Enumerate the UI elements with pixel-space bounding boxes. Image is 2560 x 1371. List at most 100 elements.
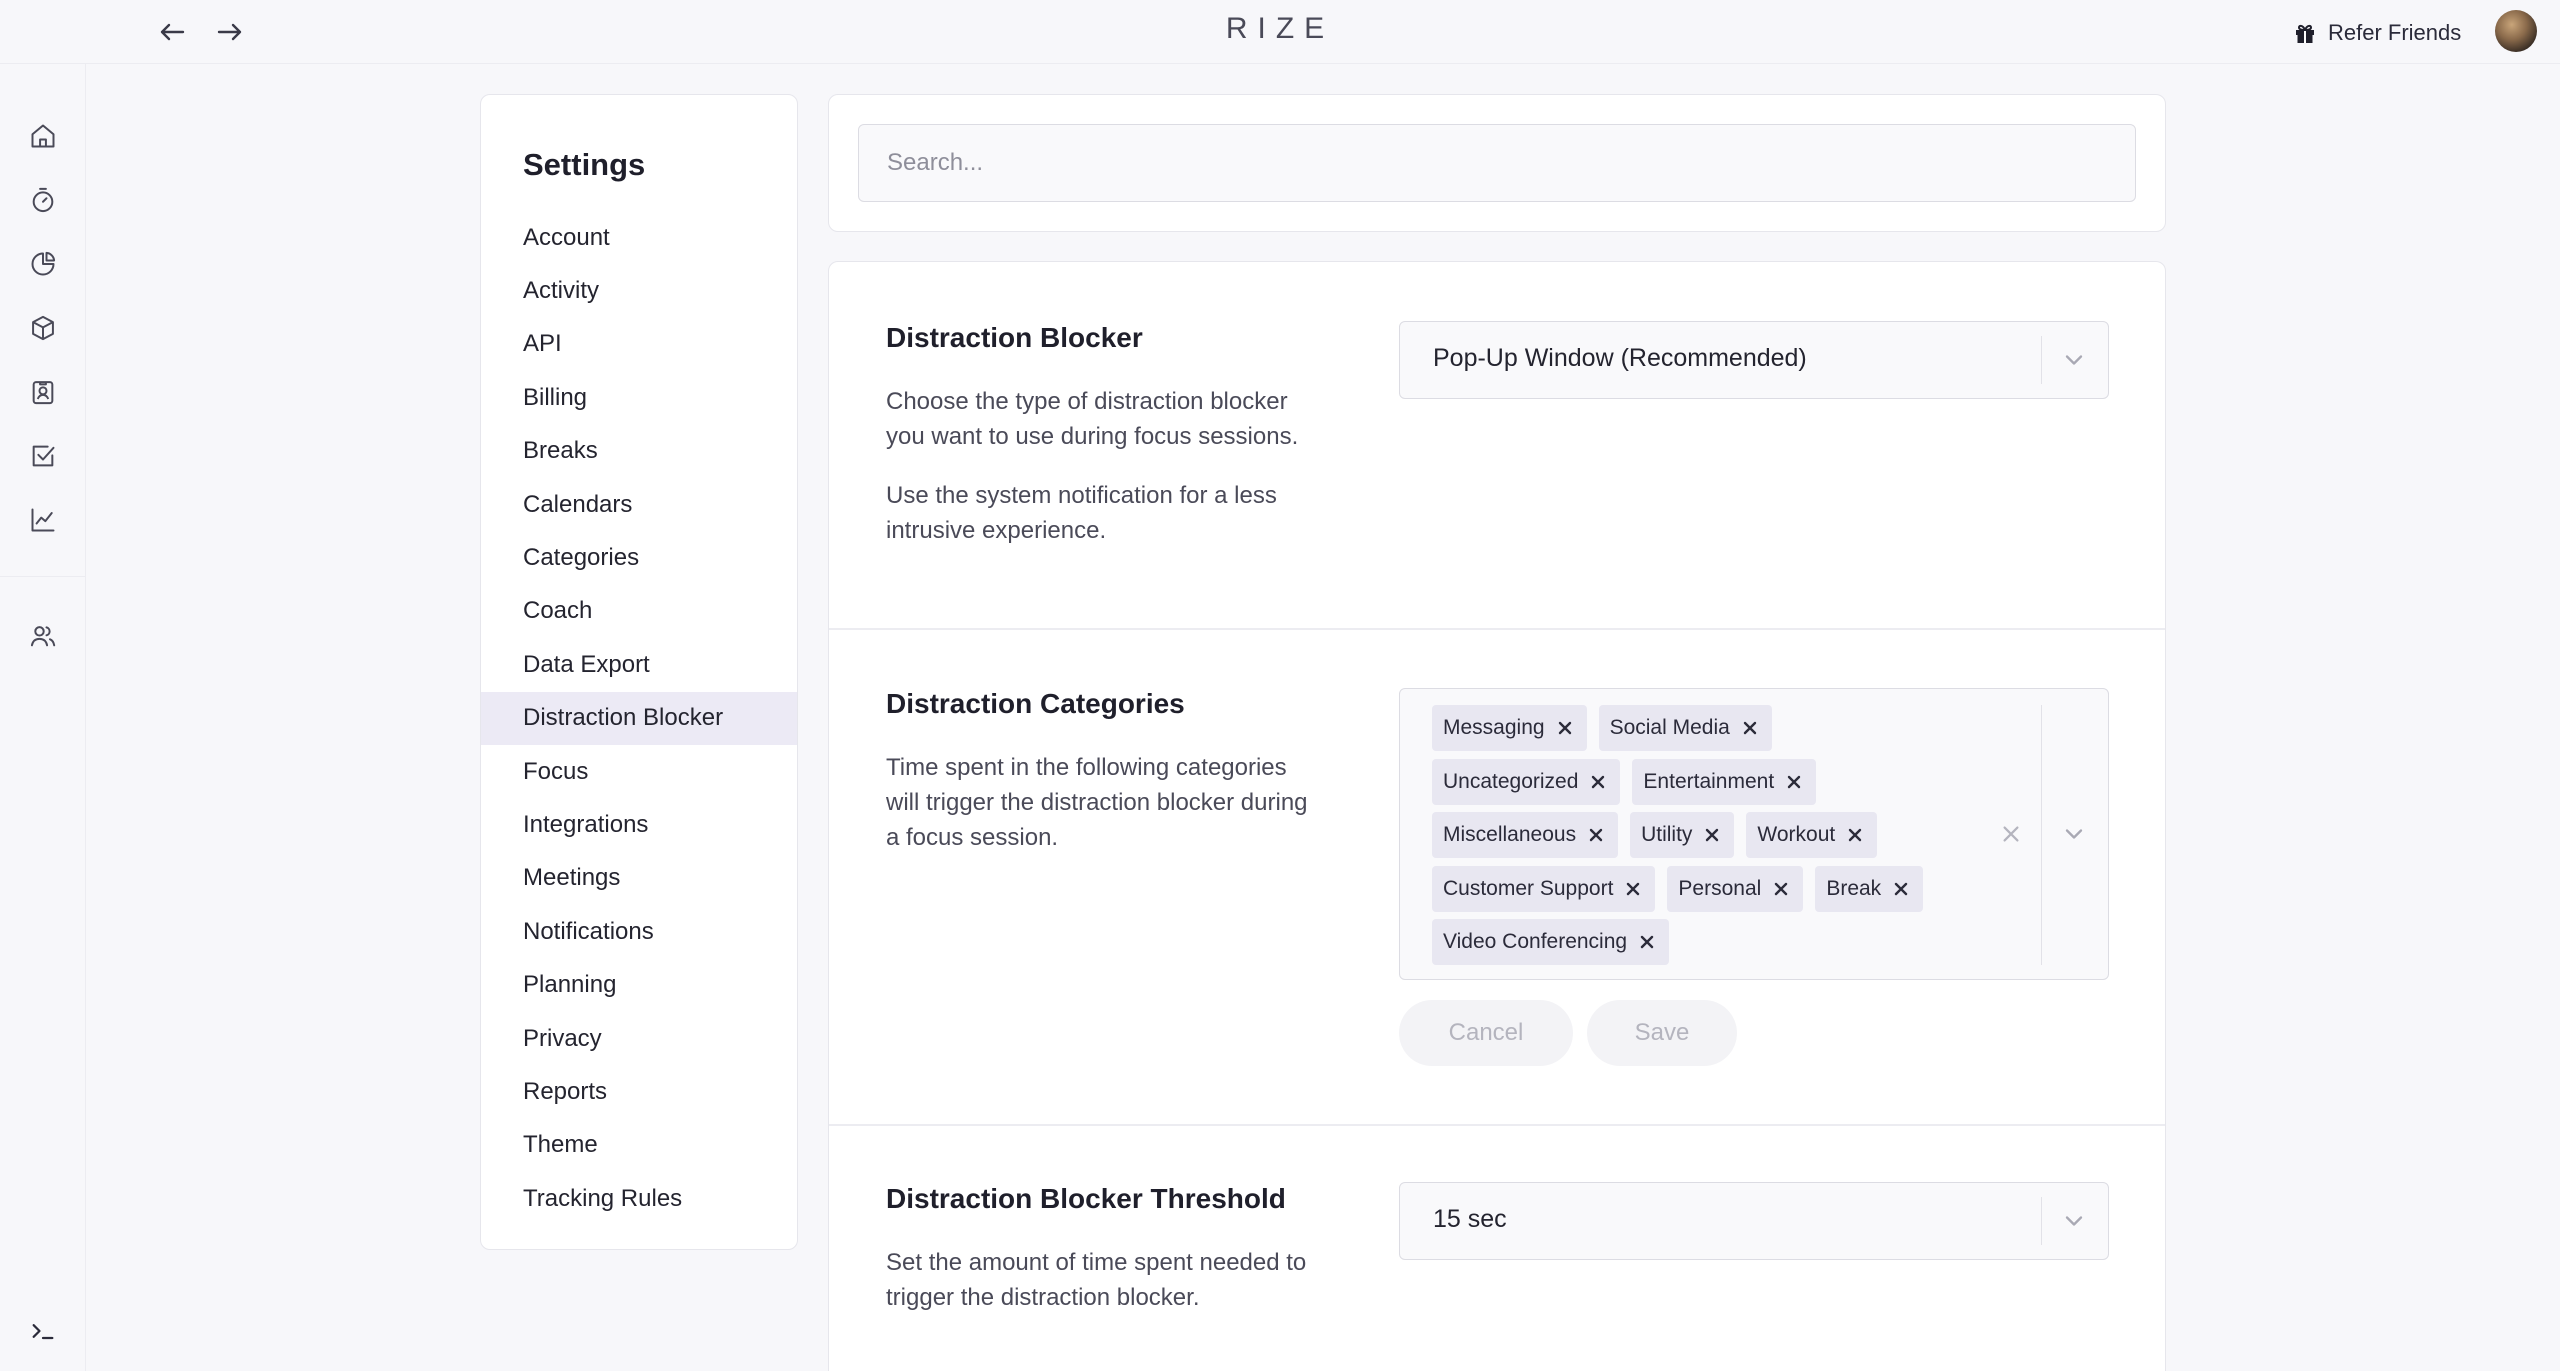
clear-all-button[interactable] bbox=[1996, 819, 2026, 849]
settings-nav: Settings Account Activity API Billing Breaks… bbox=[480, 94, 798, 1250]
chip-row: Messaging Social Media bbox=[1432, 705, 1772, 751]
close-icon bbox=[2003, 826, 2019, 842]
settings-item-tracking-rules[interactable]: Tracking Rules bbox=[481, 1172, 797, 1225]
select-divider bbox=[2041, 705, 2042, 965]
category-chip: Personal bbox=[1667, 865, 1804, 912]
cube-icon bbox=[32, 315, 54, 341]
remove-chip-button[interactable] bbox=[1782, 770, 1806, 794]
settings-item-privacy[interactable]: Privacy bbox=[481, 1012, 797, 1065]
blocker-type-value: Pop-Up Window (Recommended) bbox=[1433, 344, 1807, 372]
category-chip: Break bbox=[1815, 865, 1924, 912]
settings-item-notifications[interactable]: Notifications bbox=[481, 905, 797, 958]
distraction-categories-select[interactable]: Messaging Social Media Uncategorized Entert… bbox=[1399, 688, 2109, 980]
gift-icon bbox=[2296, 24, 2314, 43]
settings-item-categories[interactable]: Categories bbox=[481, 531, 797, 584]
threshold-select[interactable]: 15 sec bbox=[1399, 1182, 2109, 1260]
close-icon bbox=[1592, 775, 1605, 788]
settings-item-distraction-blocker[interactable]: Distraction Blocker bbox=[481, 691, 797, 745]
remove-chip-button[interactable] bbox=[1553, 716, 1577, 740]
rail-tasks[interactable] bbox=[22, 435, 64, 477]
settings-item-integrations[interactable]: Integrations bbox=[481, 798, 797, 851]
settings-item-activity[interactable]: Activity bbox=[481, 264, 797, 317]
threshold-value: 15 sec bbox=[1433, 1205, 1507, 1233]
cancel-button[interactable]: Cancel bbox=[1399, 1000, 1573, 1066]
category-chip-label: Break bbox=[1826, 876, 1882, 900]
rail-home[interactable] bbox=[22, 115, 64, 157]
rail-terminal[interactable] bbox=[22, 1310, 64, 1352]
rail-timer[interactable] bbox=[22, 179, 64, 221]
line-chart-icon bbox=[31, 508, 55, 532]
category-chip-label: Customer Support bbox=[1443, 876, 1614, 900]
refer-friends-button[interactable]: Refer Friends bbox=[2294, 16, 2461, 50]
settings-item-calendars[interactable]: Calendars bbox=[481, 478, 797, 531]
remove-chip-button[interactable] bbox=[1738, 716, 1762, 740]
top-bar: RIZE Refer Friends bbox=[0, 0, 2560, 64]
avatar[interactable] bbox=[2495, 10, 2537, 52]
settings-item-reports[interactable]: Reports bbox=[481, 1065, 797, 1118]
users-icon bbox=[30, 626, 56, 647]
category-chip-label: Entertainment bbox=[1643, 769, 1775, 793]
remove-chip-button[interactable] bbox=[1621, 877, 1645, 901]
settings-item-data-export[interactable]: Data Export bbox=[481, 638, 797, 691]
blocker-title: Distraction Blocker bbox=[886, 322, 1143, 353]
category-chip-label: Workout bbox=[1757, 823, 1836, 846]
remove-chip-button[interactable] bbox=[1700, 823, 1724, 847]
save-button[interactable]: Save bbox=[1587, 1000, 1737, 1066]
blocker-hint: Use the system notification for a less i… bbox=[886, 482, 1277, 544]
category-chip: Workout bbox=[1746, 812, 1878, 858]
close-icon bbox=[1849, 828, 1862, 842]
remove-chip-button[interactable] bbox=[1584, 823, 1608, 847]
blocker-description: Choose the type of distraction blocker y… bbox=[886, 388, 1299, 450]
category-chip: Miscellaneous bbox=[1432, 812, 1619, 858]
category-chip-label: Utility bbox=[1641, 823, 1693, 846]
category-chip: Entertainment bbox=[1632, 758, 1817, 805]
chip-row: Uncategorized Entertainment bbox=[1432, 758, 1817, 805]
close-icon bbox=[1589, 828, 1603, 842]
rail-team[interactable] bbox=[22, 615, 64, 657]
chevron-down-icon[interactable] bbox=[2060, 820, 2088, 848]
terminal-icon bbox=[32, 1324, 54, 1340]
settings-item-coach[interactable]: Coach bbox=[481, 585, 797, 638]
settings-item-api[interactable]: API bbox=[481, 318, 797, 371]
settings-item-breaks[interactable]: Breaks bbox=[481, 425, 797, 478]
threshold-description: Set the amount of time spent needed to t… bbox=[886, 1249, 1307, 1311]
rail-analytics[interactable] bbox=[22, 499, 64, 541]
forward-button[interactable] bbox=[210, 14, 250, 50]
remove-chip-button[interactable] bbox=[1635, 930, 1659, 954]
remove-chip-button[interactable] bbox=[1769, 877, 1793, 901]
remove-chip-button[interactable] bbox=[1843, 823, 1867, 847]
chevron-down-icon bbox=[2065, 1216, 2083, 1226]
arrow-left-icon bbox=[160, 23, 185, 41]
remove-chip-button[interactable] bbox=[1889, 877, 1913, 901]
close-icon bbox=[1775, 882, 1788, 895]
chevron-down-icon bbox=[2065, 355, 2083, 365]
rail-contacts[interactable] bbox=[22, 371, 64, 413]
rail-cube[interactable] bbox=[22, 307, 64, 349]
search-input[interactable] bbox=[858, 124, 2136, 202]
category-chip-label: Video Conferencing bbox=[1443, 930, 1628, 953]
rail-pie[interactable] bbox=[22, 243, 64, 285]
settings-title: Settings bbox=[523, 147, 646, 182]
section-divider bbox=[829, 1124, 2165, 1126]
remove-chip-button[interactable] bbox=[1586, 770, 1610, 794]
settings-item-focus[interactable]: Focus bbox=[481, 745, 797, 798]
blocker-type-select[interactable]: Pop-Up Window (Recommended) bbox=[1399, 321, 2109, 399]
category-chip-label: Uncategorized bbox=[1443, 769, 1579, 793]
settings-item-billing[interactable]: Billing bbox=[481, 371, 797, 424]
home-icon bbox=[31, 124, 55, 148]
settings-item-meetings[interactable]: Meetings bbox=[481, 852, 797, 905]
select-divider bbox=[2041, 1197, 2042, 1245]
settings-item-theme[interactable]: Theme bbox=[481, 1119, 797, 1172]
threshold-title: Distraction Blocker Threshold bbox=[886, 1183, 1286, 1214]
section-divider bbox=[829, 628, 2165, 630]
chip-row: Miscellaneous Utility Workout bbox=[1432, 812, 1878, 858]
close-icon bbox=[1743, 721, 1756, 735]
select-divider bbox=[2041, 336, 2042, 384]
close-icon bbox=[1894, 882, 1908, 895]
settings-item-account[interactable]: Account bbox=[481, 211, 797, 264]
checkbox-icon bbox=[32, 445, 55, 467]
arrow-right-icon bbox=[217, 23, 242, 41]
back-button[interactable] bbox=[152, 14, 192, 50]
settings-item-planning[interactable]: Planning bbox=[481, 959, 797, 1012]
close-icon bbox=[1558, 721, 1571, 735]
